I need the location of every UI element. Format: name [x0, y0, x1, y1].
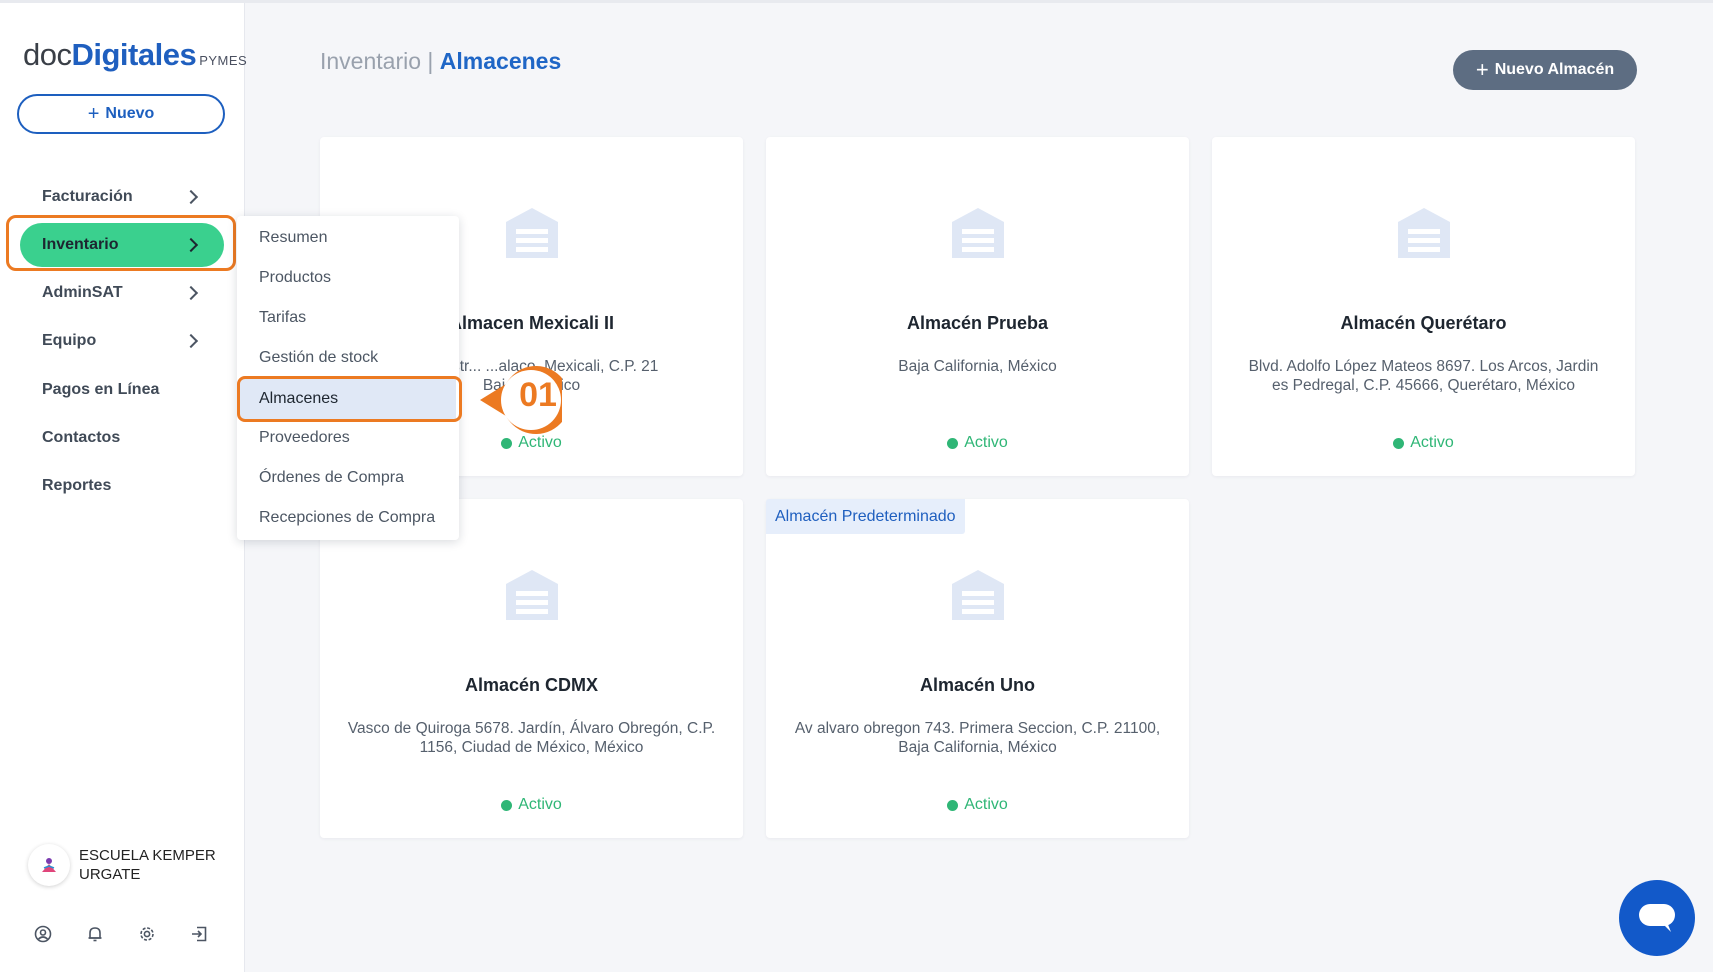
submenu-item-ordenes-de-compra[interactable]: Órdenes de Compra [237, 458, 459, 498]
submenu-item-gestion-de-stock[interactable]: Gestión de stock [237, 338, 459, 378]
sidebar-item-adminsat[interactable]: AdminSAT [20, 271, 224, 315]
status-dot-icon [947, 799, 959, 811]
submenu-item-resumen[interactable]: Resumen [237, 218, 459, 258]
warehouse-name: Almacén Uno [919, 675, 1036, 695]
warehouse-icon [952, 570, 1004, 620]
warehouse-address: Vasco de Quiroga 5678. Jardín, Álvaro Ob… [347, 720, 716, 756]
warehouse-address: Baja California, México [898, 358, 1057, 375]
warehouse-name: Almacén Prueba [906, 313, 1049, 333]
chevron-right-icon [183, 333, 199, 349]
sidebar-item-pagos-en-linea[interactable]: Pagos en Línea [20, 368, 224, 412]
warehouse-address: Av alvaro obregon 743. Primera Seccion, … [794, 720, 1161, 756]
company-name: ESCUELA KEMPER URGATE [79, 847, 216, 883]
warehouse-icon [952, 208, 1004, 258]
company-selector[interactable]: ESCUELA KEMPER URGATE [28, 844, 229, 886]
warehouse-icon [506, 570, 558, 620]
chevron-right-icon [183, 189, 199, 205]
highlight-outline-inventario [6, 215, 236, 271]
user-circle-icon[interactable] [30, 921, 56, 947]
logout-icon[interactable] [186, 921, 212, 947]
new-button[interactable]: + Nuevo [17, 94, 225, 134]
gear-icon[interactable] [134, 921, 160, 947]
step-number: 01 [519, 376, 557, 414]
warehouse-icon [506, 208, 558, 258]
company-logo-icon [28, 844, 70, 886]
status-badge: Activo [1212, 434, 1635, 452]
warehouse-name: Almacén Querétaro [1340, 313, 1507, 333]
status-dot-icon [501, 437, 513, 449]
sidebar-item-contactos[interactable]: Contactos [20, 416, 224, 460]
bell-icon[interactable] [82, 921, 108, 947]
warehouse-name: Almacén CDMX [464, 675, 599, 695]
status-dot-icon [501, 799, 513, 811]
brand-logo[interactable]: docDigitales PYMES [23, 37, 247, 73]
submenu-item-proveedores[interactable]: Proveedores [237, 418, 459, 458]
chevron-right-icon [183, 285, 199, 301]
chat-button[interactable] [1619, 880, 1695, 956]
plus-icon: + [1475, 57, 1489, 82]
sidebar-item-facturacion[interactable]: Facturación [20, 175, 224, 219]
warehouse-card[interactable]: Almacén CDMX Vasco de Quiroga 5678. Jard… [320, 499, 743, 838]
sidebar-item-equipo[interactable]: Equipo [20, 319, 224, 363]
warehouse-address: Blvd. Adolfo López Mateos 8697. Los Arco… [1248, 358, 1599, 394]
top-border [0, 0, 1713, 3]
status-badge: Activo [766, 434, 1189, 452]
warehouse-card[interactable]: Almacén Querétaro Blvd. Adolfo López Mat… [1212, 137, 1635, 476]
warehouse-card[interactable]: Almacén Predeterminado Almacén Uno Av al… [766, 499, 1189, 838]
submenu-item-productos[interactable]: Productos [237, 258, 459, 298]
status-dot-icon [947, 437, 959, 449]
sidebar-item-reportes[interactable]: Reportes [20, 464, 224, 508]
highlight-outline-almacenes [237, 376, 462, 422]
submenu-item-recepciones-de-compra[interactable]: Recepciones de Compra [237, 498, 459, 538]
new-warehouse-button[interactable]: + Nuevo Almacén [1453, 50, 1637, 90]
status-dot-icon [1393, 437, 1405, 449]
submenu-item-tarifas[interactable]: Tarifas [237, 298, 459, 338]
sidebar-bottom-toolbar [30, 921, 238, 947]
warehouse-icon [1398, 208, 1450, 258]
page-title: Almacenes [439, 48, 562, 74]
chat-bubble-icon [1639, 904, 1675, 932]
breadcrumb: Inventario | Almacenes [320, 48, 562, 74]
breadcrumb-section[interactable]: Inventario [320, 48, 421, 74]
warehouse-card[interactable]: Almacén Prueba Baja California, México A… [766, 137, 1189, 476]
sidebar: docDigitales PYMES + Nuevo Facturación In… [0, 3, 247, 972]
status-badge: Activo [766, 796, 1189, 814]
status-badge: Activo [320, 796, 743, 814]
plus-icon: + [87, 102, 100, 125]
default-warehouse-badge: Almacén Predeterminado [766, 499, 965, 534]
